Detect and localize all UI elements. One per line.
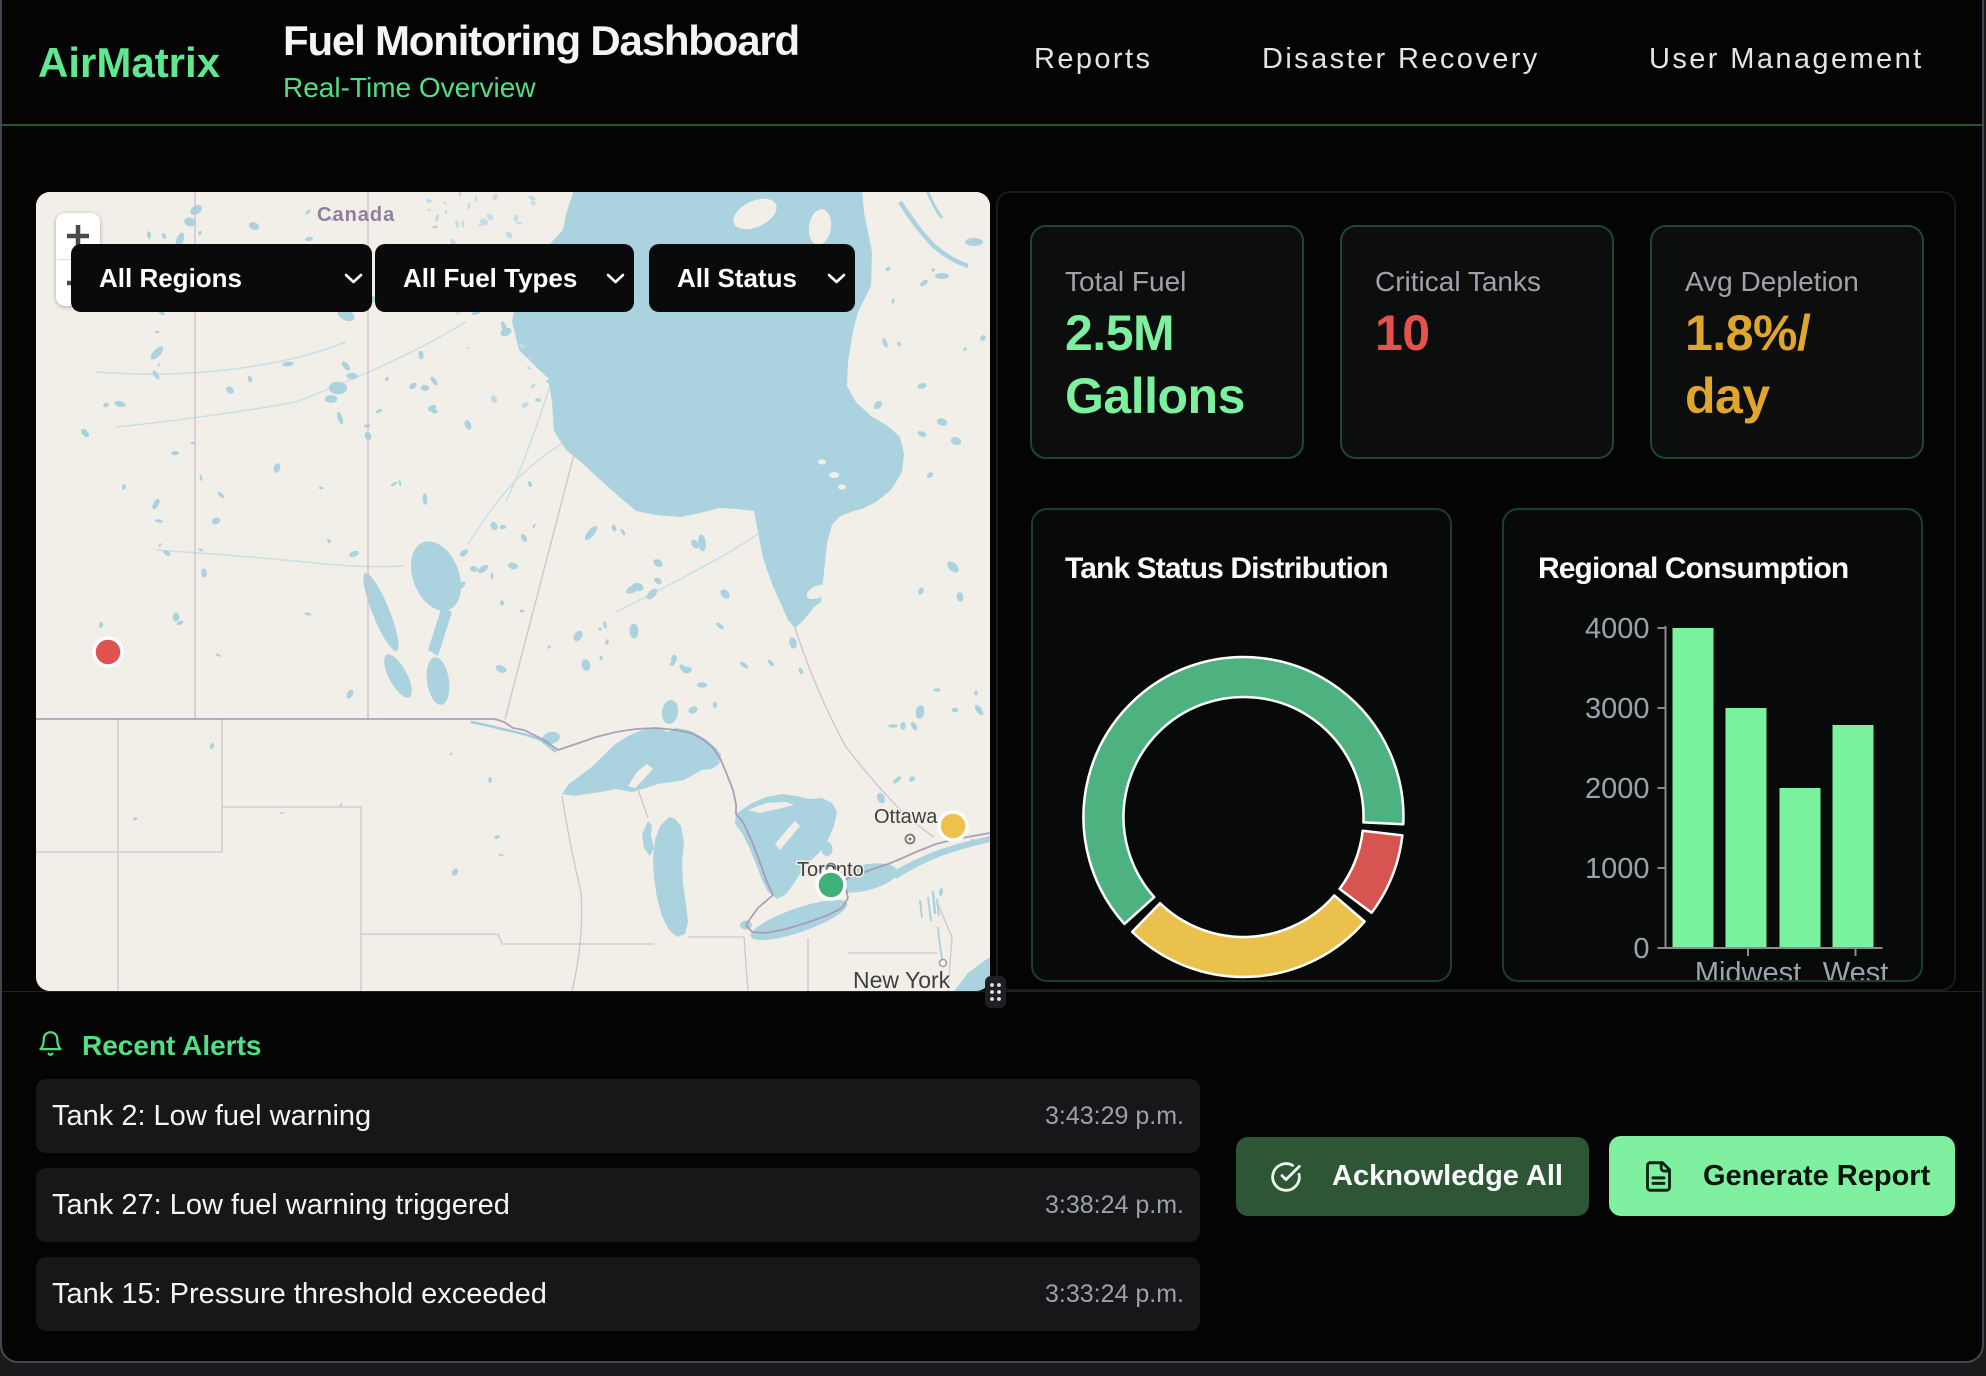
svg-text:West: West — [1823, 957, 1889, 982]
svg-text:1000: 1000 — [1585, 853, 1650, 885]
svg-text:Ottawa: Ottawa — [874, 806, 938, 828]
svg-text:2000: 2000 — [1585, 773, 1650, 805]
svg-text:0: 0 — [1633, 933, 1649, 965]
svg-text:4000: 4000 — [1585, 613, 1650, 645]
svg-text:3000: 3000 — [1585, 693, 1650, 725]
svg-text:Midwest: Midwest — [1695, 957, 1801, 982]
svg-text:New York: New York — [853, 967, 951, 991]
svg-text:Canada: Canada — [317, 204, 395, 226]
